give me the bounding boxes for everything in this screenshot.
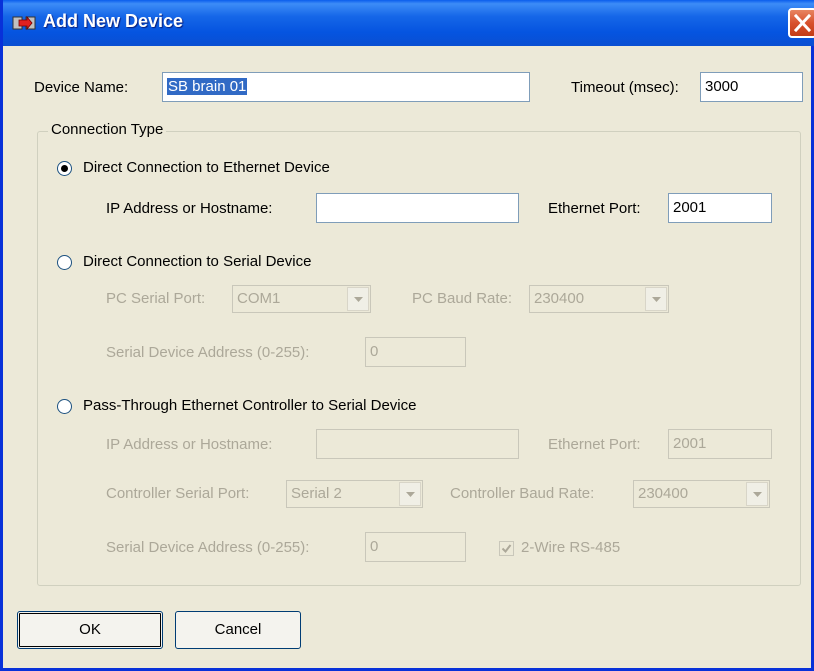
ethernet-ip-label: IP Address or Hostname: [106, 200, 273, 217]
dropdown-button[interactable] [399, 482, 421, 506]
device-name-field[interactable]: SB brain 01 [162, 72, 530, 102]
controller-serial-port-select[interactable]: Serial 2 [286, 480, 423, 508]
pc-serial-port-label: PC Serial Port: [106, 290, 206, 307]
ethernet-port-label: Ethernet Port: [548, 200, 641, 217]
ethernet-ip-field[interactable] [316, 193, 519, 223]
direct-ethernet-radio[interactable] [57, 161, 72, 176]
check-icon [501, 544, 512, 554]
dropdown-button[interactable] [645, 287, 667, 311]
close-button[interactable] [788, 8, 814, 38]
window-title: Add New Device [43, 11, 184, 31]
title-bar[interactable]: Add New Device [3, 0, 814, 46]
controller-serial-port-label: Controller Serial Port: [106, 485, 250, 502]
controller-baud-rate-select[interactable]: 230400 [633, 480, 770, 508]
pass-through-ip-label: IP Address or Hostname: [106, 436, 273, 453]
serial-address-label: Serial Device Address (0-255): [106, 344, 310, 361]
ok-button[interactable]: OK [17, 611, 163, 649]
chevron-down-icon [354, 297, 363, 302]
direct-ethernet-label[interactable]: Direct Connection to Ethernet Device [83, 159, 330, 176]
ethernet-port-field[interactable]: 2001 [668, 193, 772, 223]
pc-serial-port-select[interactable]: COM1 [232, 285, 371, 313]
pass-through-label[interactable]: Pass-Through Ethernet Controller to Seri… [83, 397, 417, 414]
pass-through-ip-field[interactable] [316, 429, 519, 459]
add-new-device-dialog: Add New Device Device Name: SB brain 01 … [0, 0, 814, 671]
controller-serial-port-value: Serial 2 [291, 485, 342, 502]
chevron-down-icon [652, 297, 661, 302]
pc-serial-port-value: COM1 [237, 290, 281, 307]
close-icon [794, 14, 811, 32]
controller-baud-rate-value: 230400 [638, 485, 689, 502]
chevron-down-icon [753, 492, 762, 497]
pass-through-port-field[interactable]: 2001 [668, 429, 772, 459]
timeout-label: Timeout (msec): [571, 79, 679, 96]
two-wire-label: 2-Wire RS-485 [521, 539, 621, 556]
controller-baud-rate-label: Controller Baud Rate: [450, 485, 595, 502]
pc-baud-rate-value: 230400 [534, 290, 585, 307]
device-name-value: SB brain 01 [167, 78, 248, 95]
chevron-down-icon [406, 492, 415, 497]
cancel-button[interactable]: Cancel [175, 611, 301, 649]
serial-address-field[interactable]: 0 [365, 337, 466, 367]
pass-through-address-field[interactable]: 0 [365, 532, 466, 562]
pass-through-address-label: Serial Device Address (0-255): [106, 539, 310, 556]
pass-through-radio[interactable] [57, 399, 72, 414]
pc-baud-rate-label: PC Baud Rate: [412, 290, 513, 307]
device-name-label: Device Name: [34, 79, 129, 96]
timeout-field[interactable]: 3000 [700, 72, 803, 102]
pass-through-port-label: Ethernet Port: [548, 436, 641, 453]
connection-type-legend: Connection Type [48, 121, 167, 138]
pc-baud-rate-select[interactable]: 230400 [529, 285, 669, 313]
direct-serial-label[interactable]: Direct Connection to Serial Device [83, 253, 311, 270]
dropdown-button[interactable] [347, 287, 369, 311]
two-wire-checkbox[interactable] [499, 541, 514, 556]
dropdown-button[interactable] [746, 482, 768, 506]
device-add-icon [12, 13, 36, 33]
direct-serial-radio[interactable] [57, 255, 72, 270]
